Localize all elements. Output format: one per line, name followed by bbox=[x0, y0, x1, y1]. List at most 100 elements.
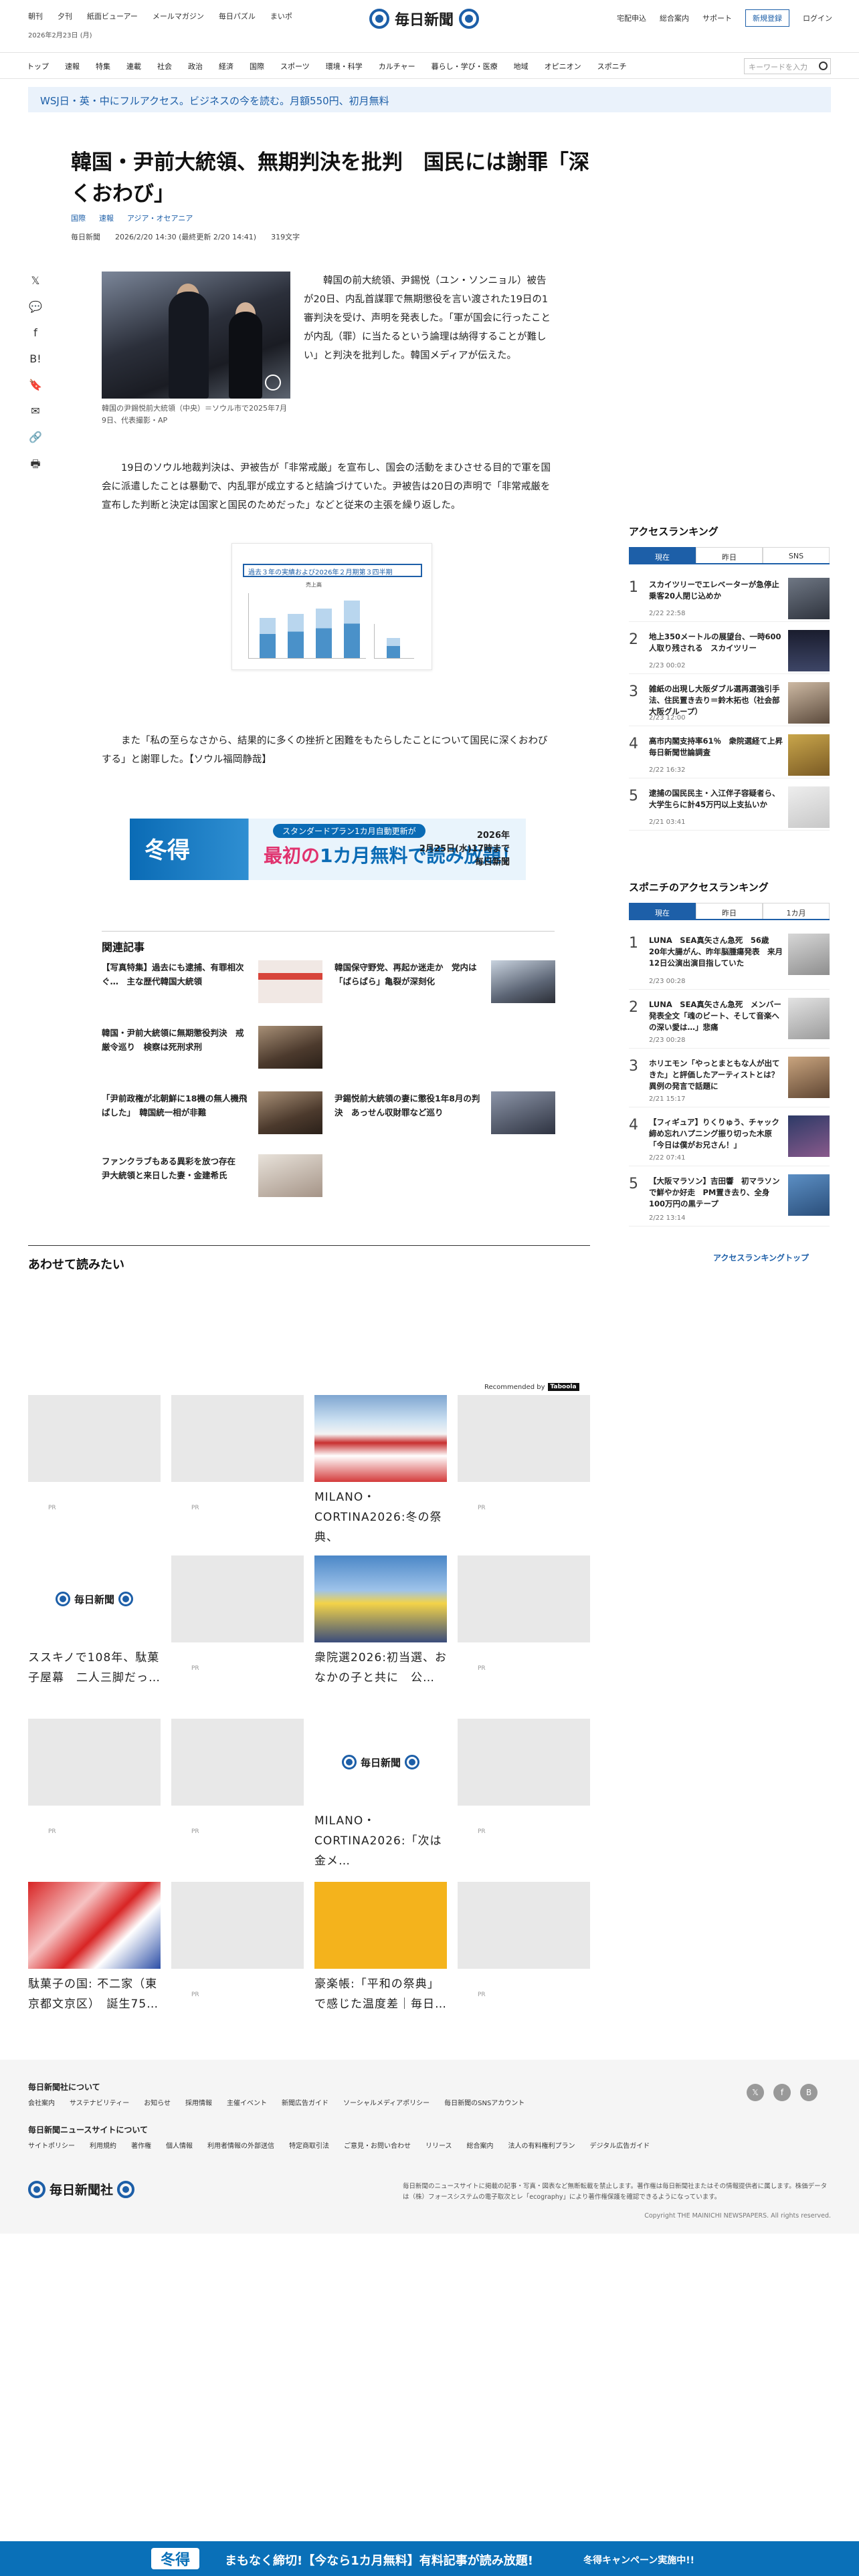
ranking-item[interactable]: 3 雑紙の出現し大阪ダブル選再選強引手法、住民置き去り＝鈴木拓也（社会部大阪グル… bbox=[629, 681, 830, 726]
document-image[interactable]: 過去３年の実績および2026年２月期第３四半期 売上高 bbox=[231, 543, 432, 670]
x-share-icon[interactable]: 𝕏 bbox=[28, 274, 43, 289]
link-support[interactable]: サポート bbox=[702, 13, 732, 23]
link-delivery[interactable]: 宅配申込 bbox=[617, 13, 646, 23]
hatena-icon[interactable]: B! bbox=[28, 352, 43, 367]
nav-top[interactable]: トップ bbox=[27, 61, 49, 72]
footer-link[interactable]: 主催イベント bbox=[227, 2097, 267, 2107]
nav-opinion[interactable]: オピニオン bbox=[545, 61, 581, 72]
tab-yesterday[interactable]: 昨日 bbox=[696, 547, 763, 563]
nav-sponichi[interactable]: スポニチ bbox=[597, 61, 627, 72]
footer-link[interactable]: 特定商取引法 bbox=[289, 2140, 329, 2150]
recommended-card[interactable]: 豪楽帳:「平和の祭典」で感じた温度差｜毎日… bbox=[314, 1882, 447, 2014]
recommended-card[interactable]: PR bbox=[458, 1882, 590, 1998]
article-photo[interactable] bbox=[102, 272, 290, 399]
nav-culture[interactable]: カルチャー bbox=[379, 61, 415, 72]
ranking-item[interactable]: 1 スカイツリーでエレベーターが急停止 乗客20人閉じ込めか 2/22 22:5… bbox=[629, 576, 830, 622]
facebook-icon[interactable]: f bbox=[28, 326, 43, 341]
register-button[interactable]: 新規登録 bbox=[745, 9, 789, 27]
footer-link[interactable]: サステナビリティー bbox=[70, 2097, 129, 2107]
footer-link[interactable]: 新聞広告ガイド bbox=[282, 2097, 328, 2107]
facebook-icon[interactable]: f bbox=[773, 2084, 791, 2101]
ranking-item[interactable]: 4 高市内閣支持率61％ 衆院選経て上昇 毎日新聞世論調査 2/22 16:32 bbox=[629, 733, 830, 778]
tag-asia[interactable]: アジア・オセアニア bbox=[127, 213, 193, 223]
related-item[interactable]: 「尹前政権が北朝鮮に18機の無人機飛ばした」 韓国統一相が非難 bbox=[102, 1091, 322, 1138]
related-item[interactable]: 【写真特集】過去にも逮捕、有罪相次ぐ… 主な歴代韓国大統領 bbox=[102, 960, 322, 1007]
tab-sns[interactable]: SNS bbox=[763, 547, 830, 563]
recommended-card[interactable]: PR bbox=[171, 1882, 304, 1998]
nav-feature[interactable]: 特集 bbox=[96, 61, 110, 72]
footer-link[interactable]: お知らせ bbox=[144, 2097, 171, 2107]
ranking-title[interactable]: アクセスランキング bbox=[629, 524, 719, 538]
footer-link[interactable]: 個人情報 bbox=[166, 2140, 193, 2150]
link-puzzle[interactable]: 毎日パズル bbox=[219, 11, 256, 21]
nav-world[interactable]: 国際 bbox=[250, 61, 264, 72]
link-evening[interactable]: 夕刊 bbox=[58, 11, 72, 21]
recommended-card[interactable]: PR bbox=[458, 1555, 590, 1672]
nav-series[interactable]: 連載 bbox=[126, 61, 141, 72]
recommended-card[interactable]: PR bbox=[28, 1395, 161, 1511]
footer-link[interactable]: 毎日新聞のSNSアカウント bbox=[444, 2097, 524, 2107]
hatena-icon[interactable]: B bbox=[800, 2084, 818, 2101]
nav-breaking[interactable]: 速報 bbox=[65, 61, 80, 72]
link-viewer[interactable]: 紙面ビューアー bbox=[87, 11, 138, 21]
footer-link[interactable]: 法人の有料権利プラン bbox=[508, 2140, 575, 2150]
taboola-logo[interactable]: Taboola bbox=[547, 1383, 579, 1391]
recommended-card[interactable]: PR bbox=[171, 1719, 304, 1835]
recommended-card[interactable]: MILANO・CORTINA2026:冬の祭典、 bbox=[314, 1395, 447, 1547]
link-mail[interactable]: メールマガジン bbox=[153, 11, 204, 21]
ranking-item[interactable]: 2 地上350メートルの展望台、一時600人取り残される スカイツリー 2/23… bbox=[629, 629, 830, 674]
footer-link[interactable]: 採用情報 bbox=[185, 2097, 212, 2107]
nav-society[interactable]: 社会 bbox=[157, 61, 172, 72]
recommended-card[interactable]: 毎日新聞 MILANO・CORTINA2026:「次は金メ… bbox=[314, 1719, 447, 1871]
sponichi-item[interactable]: 2 LUNA SEA真矢さん急死 メンバー発表全文「魂のビート、そして音楽への深… bbox=[629, 996, 830, 1049]
recommended-card[interactable]: PR bbox=[458, 1395, 590, 1511]
tag-breaking[interactable]: 速報 bbox=[99, 213, 114, 223]
footer-link[interactable]: 総合案内 bbox=[467, 2140, 494, 2150]
winter-campaign-banner[interactable]: 冬得 スタンダードプラン1カ月自動更新が 最初の1カ月無料で読み放題！ 2026… bbox=[130, 819, 526, 880]
nav-science[interactable]: 環境・科学 bbox=[326, 61, 363, 72]
mail-icon[interactable]: ✉ bbox=[28, 405, 43, 419]
bookmark-icon[interactable]: 🔖 bbox=[28, 379, 43, 393]
zoom-icon[interactable] bbox=[265, 374, 281, 391]
login-button[interactable]: ログイン bbox=[803, 13, 832, 23]
nav-sports[interactable]: スポーツ bbox=[280, 61, 310, 72]
footer-link[interactable]: デジタル広告ガイド bbox=[590, 2140, 650, 2150]
print-icon[interactable]: 🖶 bbox=[28, 457, 43, 471]
footer-link[interactable]: 利用規約 bbox=[90, 2140, 116, 2150]
sponichi-item[interactable]: 3 ホリエモン「やっとまともな人が出てきた」と評価したアーティストとは？異例の発… bbox=[629, 1055, 830, 1107]
footer-logo[interactable]: 毎日新聞社 bbox=[28, 2180, 135, 2198]
comment-icon[interactable]: 💬 bbox=[28, 300, 43, 315]
tab-now[interactable]: 現在 bbox=[629, 547, 696, 563]
nav-region[interactable]: 地域 bbox=[514, 61, 529, 72]
related-item[interactable]: ファンクラブもある異彩を放つ存在 尹大統領と来日した妻・金建希氏 bbox=[102, 1154, 322, 1201]
tag-world[interactable]: 国際 bbox=[71, 213, 86, 223]
recommended-card[interactable]: 毎日新聞 ススキノで108年、駄菓子屋幕 二人三脚だっ… bbox=[28, 1555, 161, 1688]
nav-economy[interactable]: 経済 bbox=[219, 61, 233, 72]
recommended-card[interactable]: PR bbox=[28, 1719, 161, 1835]
footer-link[interactable]: 会社案内 bbox=[28, 2097, 55, 2107]
site-logo[interactable]: 毎日新聞 bbox=[369, 7, 480, 31]
search-input[interactable]: キーワードを入力 bbox=[744, 58, 831, 74]
sponichi-item[interactable]: 5 【大阪マラソン】吉田響 初マラソンで鮮やか好走 PM置き去り、全身100万円… bbox=[629, 1173, 830, 1226]
footer-link[interactable]: 利用者情報の外部送信 bbox=[207, 2140, 274, 2150]
footer-link[interactable]: リリース bbox=[425, 2140, 452, 2150]
nav-life[interactable]: 暮らし・学び・医療 bbox=[432, 61, 498, 72]
sponichi-item[interactable]: 1 LUNA SEA真矢さん急死 56歳 20年大腸がん、昨年脳腫瘍発表 来月1… bbox=[629, 932, 830, 990]
wsj-promo-banner[interactable]: WSJ日・英・中にフルアクセス。ビジネスの今を読む。月額550円、初月無料 bbox=[28, 87, 831, 112]
footer-link[interactable]: サイトポリシー bbox=[28, 2140, 75, 2150]
sponichi-ranking-title[interactable]: スポニチのアクセスランキング bbox=[629, 880, 769, 894]
footer-link[interactable]: ソーシャルメディアポリシー bbox=[343, 2097, 430, 2107]
related-item[interactable]: 韓国・尹前大統領に無期懲役判決 戒厳令巡り 検察は死刑求刑 bbox=[102, 1026, 322, 1073]
tab-now[interactable]: 現在 bbox=[629, 903, 696, 919]
x-icon[interactable]: 𝕏 bbox=[747, 2084, 764, 2101]
footer-link[interactable]: ご意見・お問い合わせ bbox=[344, 2140, 411, 2150]
ranking-item[interactable]: 5 逮捕の国民民主・入江伴子容疑者ら、大学生らに計45万円以上支払いか 2/21… bbox=[629, 785, 830, 831]
link-morning[interactable]: 朝刊 bbox=[28, 11, 43, 21]
link-icon[interactable]: 🔗 bbox=[28, 431, 43, 445]
recommended-card[interactable]: 衆院選2026:初当選、おなかの子と共に 公… bbox=[314, 1555, 447, 1688]
tab-yesterday[interactable]: 昨日 bbox=[696, 903, 763, 919]
footer-link[interactable]: 著作権 bbox=[131, 2140, 151, 2150]
sponichi-item[interactable]: 4 【フィギュア】りくりゅう、チャック締め忘れハプニング振り切った木原「今日は僕… bbox=[629, 1114, 830, 1166]
bottom-campaign-bar[interactable]: 冬得 まもなく締切!【今なら1カ月無料】有料記事が読み放題! 冬得キャンペーン実… bbox=[0, 2541, 859, 2576]
recommended-card[interactable]: PR bbox=[171, 1555, 304, 1672]
